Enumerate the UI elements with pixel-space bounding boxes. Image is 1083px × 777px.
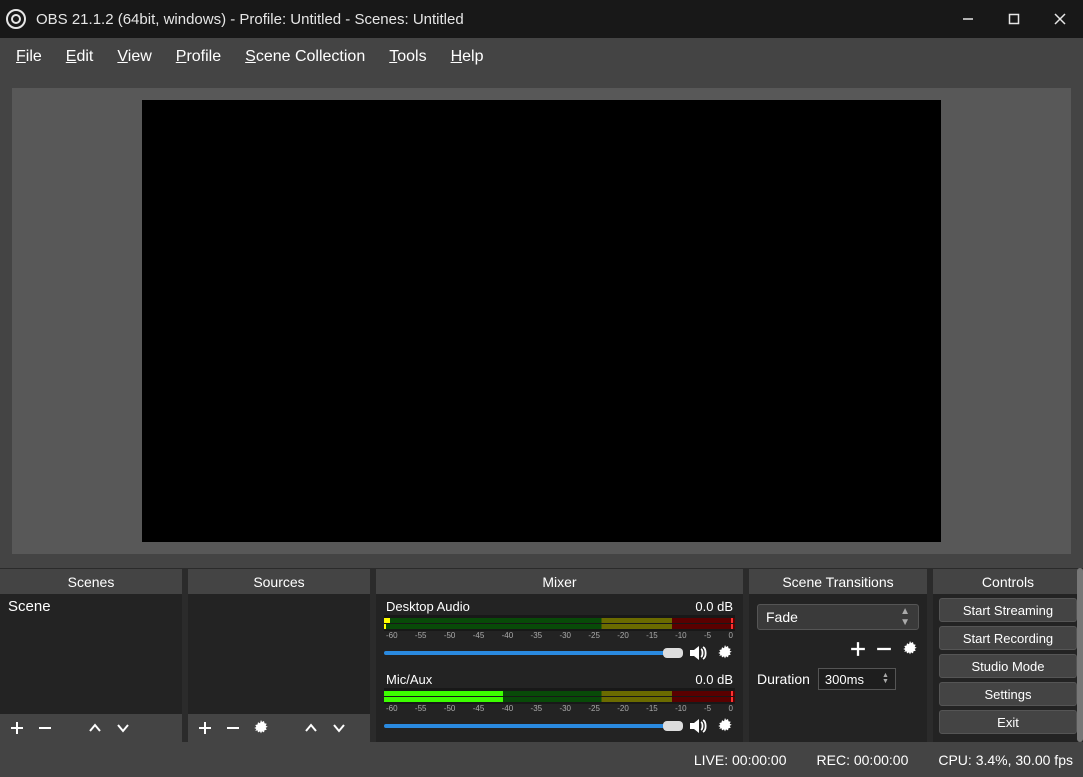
- maximize-button[interactable]: [991, 0, 1037, 38]
- menu-view[interactable]: View: [105, 44, 163, 70]
- speaker-icon[interactable]: [689, 716, 709, 736]
- menu-scene-collection[interactable]: Scene Collection: [233, 44, 377, 70]
- settings-button[interactable]: Settings: [939, 682, 1077, 706]
- mixer-header: Mixer: [376, 568, 743, 594]
- preview-wrap: [0, 76, 1083, 568]
- scenes-list[interactable]: Scene: [0, 594, 182, 714]
- chevron-updown-icon: ▲▼: [900, 606, 910, 628]
- transition-properties-button[interactable]: [901, 640, 919, 658]
- menubar: File Edit View Profile Scene Collection …: [0, 38, 1083, 76]
- minimize-button[interactable]: [945, 0, 991, 38]
- menu-profile[interactable]: Profile: [164, 44, 233, 70]
- status-rec: REC: 00:00:00: [817, 752, 909, 768]
- mixer-meter: [384, 688, 735, 704]
- menu-edit[interactable]: Edit: [54, 44, 106, 70]
- transitions-header: Scene Transitions: [749, 568, 927, 594]
- close-button[interactable]: [1037, 0, 1083, 38]
- transition-duration-input[interactable]: 300ms ▲▼: [818, 668, 896, 690]
- bottom-panels: Scenes Scene Sources: [0, 568, 1083, 742]
- mixer-panel: Mixer Desktop Audio 0.0 dB -60-55-50-45-…: [376, 568, 743, 742]
- remove-source-button[interactable]: [224, 719, 242, 737]
- sources-panel: Sources: [188, 568, 370, 742]
- scenes-header: Scenes: [0, 568, 182, 594]
- scenes-toolbar: [0, 714, 182, 742]
- menu-tools[interactable]: Tools: [377, 44, 438, 70]
- sources-header: Sources: [188, 568, 370, 594]
- controls-body: Start Streaming Start Recording Studio M…: [933, 594, 1083, 742]
- transition-duration-label: Duration: [757, 671, 810, 687]
- add-transition-button[interactable]: [849, 640, 867, 658]
- source-properties-button[interactable]: [252, 719, 270, 737]
- transition-selected: Fade: [766, 609, 798, 625]
- mixer-volume-slider[interactable]: [384, 724, 683, 728]
- source-move-up-button[interactable]: [302, 719, 320, 737]
- sources-toolbar: [188, 714, 370, 742]
- scene-move-up-button[interactable]: [86, 719, 104, 737]
- transition-duration-value: 300ms: [825, 672, 864, 687]
- app-icon: [6, 9, 26, 29]
- transition-select[interactable]: Fade ▲▼: [757, 604, 919, 630]
- sources-list[interactable]: [188, 594, 370, 714]
- controls-panel: Controls Start Streaming Start Recording…: [933, 568, 1083, 742]
- sources-body: [188, 594, 370, 742]
- mixer-channel-name: Mic/Aux: [386, 672, 432, 687]
- mixer-meter: [384, 615, 735, 631]
- statusbar: LIVE: 00:00:00 REC: 00:00:00 CPU: 3.4%, …: [0, 742, 1083, 777]
- transitions-body: Fade ▲▼ Duration 300ms ▲▼: [749, 594, 927, 742]
- scenes-panel: Scenes Scene: [0, 568, 182, 742]
- gear-icon[interactable]: [715, 643, 735, 663]
- scene-item[interactable]: Scene: [0, 594, 182, 619]
- mixer-volume-slider[interactable]: [384, 651, 683, 655]
- spinner-buttons[interactable]: ▲▼: [882, 673, 889, 685]
- source-move-down-button[interactable]: [330, 719, 348, 737]
- menu-help[interactable]: Help: [439, 44, 496, 70]
- add-scene-button[interactable]: [8, 719, 26, 737]
- exit-button[interactable]: Exit: [939, 710, 1077, 734]
- scene-move-down-button[interactable]: [114, 719, 132, 737]
- panels-scrollbar[interactable]: [1077, 568, 1083, 742]
- studio-mode-button[interactable]: Studio Mode: [939, 654, 1077, 678]
- speaker-icon[interactable]: [689, 643, 709, 663]
- mixer-body: Desktop Audio 0.0 dB -60-55-50-45-40-35-…: [376, 594, 743, 742]
- meter-ticks: -60-55-50-45-40-35-30-25-20-15-10-50: [384, 631, 735, 641]
- controls-header: Controls: [933, 568, 1083, 594]
- mixer-channel-name: Desktop Audio: [386, 599, 470, 614]
- mixer-channel-level: 0.0 dB: [695, 672, 733, 687]
- status-live: LIVE: 00:00:00: [694, 752, 787, 768]
- status-cpu: CPU: 3.4%, 30.00 fps: [938, 752, 1073, 768]
- add-source-button[interactable]: [196, 719, 214, 737]
- start-recording-button[interactable]: Start Recording: [939, 626, 1077, 650]
- scenes-body: Scene: [0, 594, 182, 742]
- gear-icon[interactable]: [715, 716, 735, 736]
- meter-ticks: -60-55-50-45-40-35-30-25-20-15-10-50: [384, 704, 735, 714]
- preview-canvas[interactable]: [142, 100, 941, 542]
- mixer-channel-desktop-audio: Desktop Audio 0.0 dB -60-55-50-45-40-35-…: [384, 598, 735, 669]
- preview-background: [12, 88, 1071, 554]
- window-title: OBS 21.1.2 (64bit, windows) - Profile: U…: [36, 11, 945, 28]
- remove-scene-button[interactable]: [36, 719, 54, 737]
- mixer-channel-mic-aux: Mic/Aux 0.0 dB -60-55-50-45-40-35-30-25-…: [384, 671, 735, 742]
- titlebar: OBS 21.1.2 (64bit, windows) - Profile: U…: [0, 0, 1083, 38]
- remove-transition-button[interactable]: [875, 640, 893, 658]
- mixer-channel-level: 0.0 dB: [695, 599, 733, 614]
- start-streaming-button[interactable]: Start Streaming: [939, 598, 1077, 622]
- transitions-panel: Scene Transitions Fade ▲▼ Duration 300ms…: [749, 568, 927, 742]
- menu-file[interactable]: File: [4, 44, 54, 70]
